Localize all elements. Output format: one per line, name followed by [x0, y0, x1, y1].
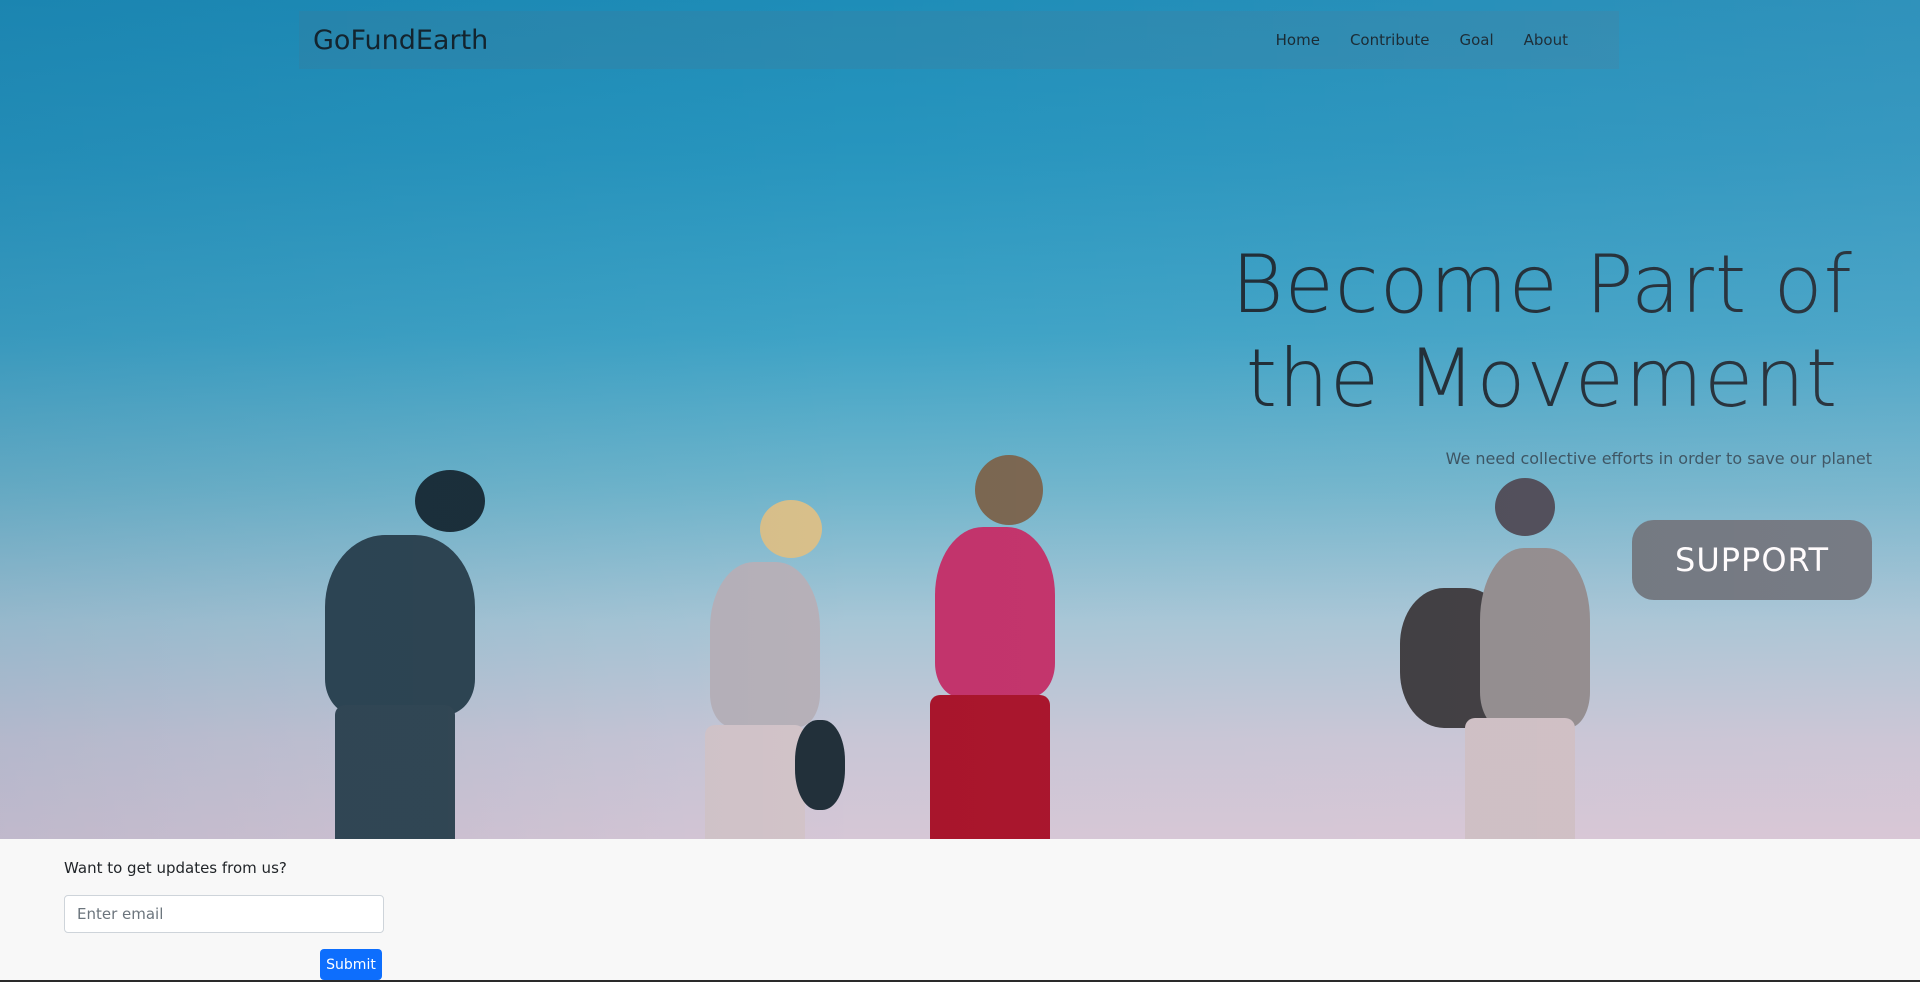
- nav-link-home[interactable]: Home: [1261, 31, 1335, 49]
- navbar: GoFundEarth Home Contribute Goal About: [299, 11, 1619, 69]
- hero-title-line-1: Become Part of: [1231, 238, 1853, 331]
- nav-link-goal[interactable]: Goal: [1444, 31, 1508, 49]
- nav-link-contribute[interactable]: Contribute: [1335, 31, 1445, 49]
- brand-logo[interactable]: GoFundEarth: [313, 25, 488, 56]
- newsletter-section: Want to get updates from us? Submit: [0, 839, 1920, 980]
- walker-figure: [265, 465, 515, 839]
- hero-subtitle: We need collective efforts in order to s…: [1445, 449, 1872, 468]
- newsletter-label: Want to get updates from us?: [64, 859, 287, 877]
- email-input[interactable]: [64, 895, 384, 933]
- hero-section: GoFundEarth Home Contribute Goal About B…: [0, 0, 1920, 839]
- nav-links: Home Contribute Goal About: [1261, 31, 1583, 49]
- walker-figure: [925, 455, 1100, 839]
- walker-figure: [680, 500, 870, 839]
- nav-link-about[interactable]: About: [1509, 31, 1583, 49]
- support-button[interactable]: SUPPORT: [1632, 520, 1872, 600]
- hero-title-line-2: the Movement: [1245, 332, 1839, 425]
- hero-title: Become Part of the Movement: [1212, 238, 1872, 426]
- walker-figure: [1400, 478, 1620, 839]
- submit-button[interactable]: Submit: [320, 949, 382, 980]
